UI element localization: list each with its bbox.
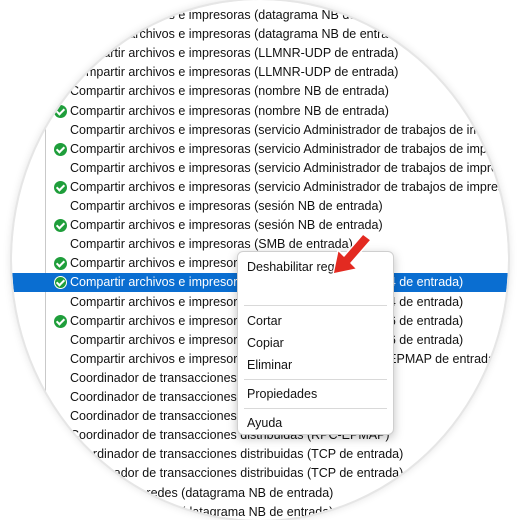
rule-row[interactable]: Compartir archivos e impresoras (nombre … xyxy=(12,82,508,101)
rule-row[interactable]: Coordinador de transacciones distribuida… xyxy=(12,464,508,483)
check-circle-icon xyxy=(54,257,67,271)
rule-name: Compartir archivos e impresoras (servici… xyxy=(70,122,508,137)
rule-name: Coordinador de transacciones distribuida… xyxy=(70,466,404,481)
rule-name: Compartir archivos e impresoras (servici… xyxy=(70,141,508,156)
menu-item-delete[interactable]: Eliminar xyxy=(247,356,292,374)
rule-name: Compartir archivos e impresoras (datagra… xyxy=(70,8,407,22)
red-arrow-icon xyxy=(332,233,372,275)
rule-name: Compartir archivos e impresoras (servici… xyxy=(70,179,508,194)
rule-row[interactable]: Compartir archivos e impresoras (servici… xyxy=(12,140,508,159)
check-circle-icon xyxy=(54,314,67,328)
menu-item-help[interactable]: Ayuda xyxy=(247,414,282,432)
rule-row[interactable]: Compartir archivos e impresoras (sesión … xyxy=(12,216,508,235)
rule-row[interactable]: Compartir archivos e impresoras (LLMNR-U… xyxy=(12,44,508,63)
check-circle-icon xyxy=(54,104,67,118)
rule-row[interactable]: Compartir archivos e impresoras (nombre … xyxy=(12,102,508,121)
rule-name: Compartir archivos e impresoras (LLMNR-U… xyxy=(70,46,399,61)
rule-row[interactable]: Compartir archivos e impresoras (servici… xyxy=(12,159,508,178)
menu-item-properties[interactable]: Propiedades xyxy=(247,385,317,403)
rule-row[interactable]: Compartir archivos e impresoras (LLMNR-U… xyxy=(12,63,508,82)
rule-name: Compartir archivos e impresoras (datagra… xyxy=(70,27,407,42)
rule-name: Detección de redes (datagrama NB de entr… xyxy=(70,504,334,519)
rule-row[interactable]: Compartir archivos e impresoras (sesión … xyxy=(12,197,508,216)
menu-separator xyxy=(244,408,387,409)
rule-row[interactable]: Compartir archivos e impresoras (datagra… xyxy=(12,6,508,25)
menu-separator xyxy=(244,379,387,380)
check-circle-icon xyxy=(54,276,67,290)
menu-separator xyxy=(244,305,387,306)
rule-name: Compartir archivos e impresoras (servici… xyxy=(70,160,508,175)
rule-row[interactable]: Coordinador de transacciones distribuida… xyxy=(12,445,508,464)
rule-row[interactable]: Compartir archivos e impresoras (servici… xyxy=(12,178,508,197)
rule-name: Compartir archivos e impresoras (LLMNR-U… xyxy=(70,65,399,80)
rule-row[interactable]: Compartir archivos e impresoras (datagra… xyxy=(12,25,508,44)
rule-row[interactable]: Compartir archivos e impresoras (servici… xyxy=(12,121,508,140)
check-circle-icon xyxy=(54,219,67,233)
rule-name: Compartir archivos e impresoras (nombre … xyxy=(70,103,389,118)
menu-item-copy[interactable]: Copiar xyxy=(247,334,284,352)
check-circle-icon xyxy=(54,142,67,156)
rule-name: Detección de redes (datagrama NB de entr… xyxy=(70,485,334,500)
rule-name: Compartir archivos e impresoras (sesión … xyxy=(70,199,383,213)
rule-name: Coordinador de transacciones distribuida… xyxy=(70,447,404,462)
menu-item-cut[interactable]: Cortar xyxy=(247,312,282,330)
check-circle-icon xyxy=(54,180,67,194)
rule-row[interactable]: Detección de redes (datagrama NB de entr… xyxy=(12,484,508,503)
rule-row[interactable]: Detección de redes (datagrama NB de entr… xyxy=(12,503,508,520)
zoomed-screenshot-lens: Compartir archivos e impresoras (datagra… xyxy=(0,0,520,520)
rule-name: Compartir archivos e impresoras (nombre … xyxy=(70,84,389,99)
